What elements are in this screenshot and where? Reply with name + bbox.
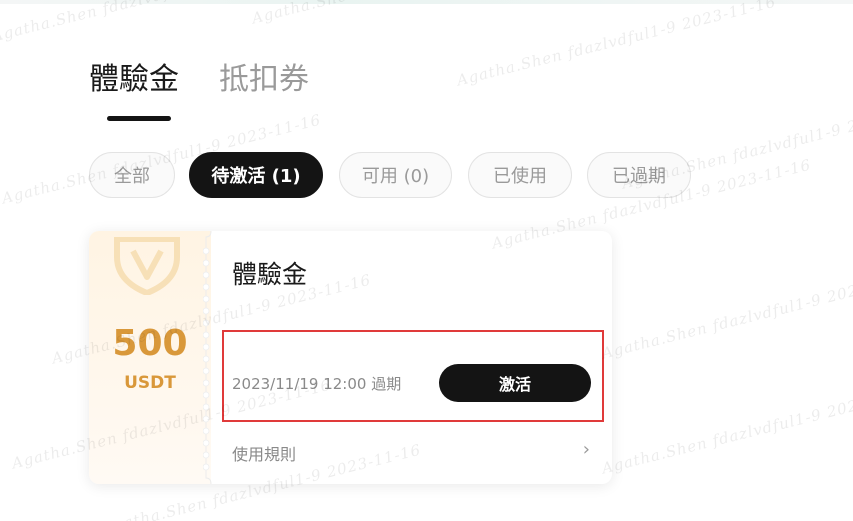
voucher-currency: USDT — [124, 373, 176, 393]
tab-deduction-coupon[interactable]: 抵扣券 — [219, 60, 309, 100]
filter-available-chip[interactable]: 可用 (0) — [339, 152, 452, 198]
watermark-text: Agatha.Shen fdazlvdful1-9 2023-11-16 — [455, 0, 778, 90]
usage-rules-label: 使用規則 — [232, 445, 297, 464]
filter-expired-chip[interactable]: 已過期 — [587, 152, 691, 198]
brand-logo-icon — [114, 237, 180, 295]
voucher-type-tabs: 體驗金 抵扣券 — [89, 60, 309, 100]
watermark-text: Agatha.Shen fdazlvdful1-9 2023-11-16 — [0, 0, 313, 45]
voucher-title: 體驗金 — [232, 260, 308, 289]
voucher-amount: 500 — [112, 323, 188, 364]
active-tab-indicator — [107, 116, 171, 121]
watermark-text: Agatha.Shen fdazlvdful1-9 2023-11-16 — [600, 265, 853, 363]
filter-pending-chip[interactable]: 待激活 (1) — [189, 152, 323, 198]
top-accent-strip — [0, 0, 853, 4]
tab-experience-fund[interactable]: 體驗金 — [89, 60, 179, 100]
highlight-annotation-box — [222, 330, 604, 422]
voucher-amount-panel: 500 USDT — [89, 231, 211, 484]
chevron-right-icon: › — [582, 439, 590, 460]
ticket-perforation — [203, 231, 212, 484]
usage-rules-link[interactable]: 使用規則 › — [232, 437, 590, 465]
watermark-text: Agatha.Shen fdazlvdful1-9 2023-11-16 — [600, 380, 853, 478]
filter-all-chip[interactable]: 全部 — [89, 152, 175, 198]
filter-used-chip[interactable]: 已使用 — [468, 152, 572, 198]
watermark-text: Agatha.Shen fdazlvdful1-9 2023-11-16 — [250, 0, 573, 27]
